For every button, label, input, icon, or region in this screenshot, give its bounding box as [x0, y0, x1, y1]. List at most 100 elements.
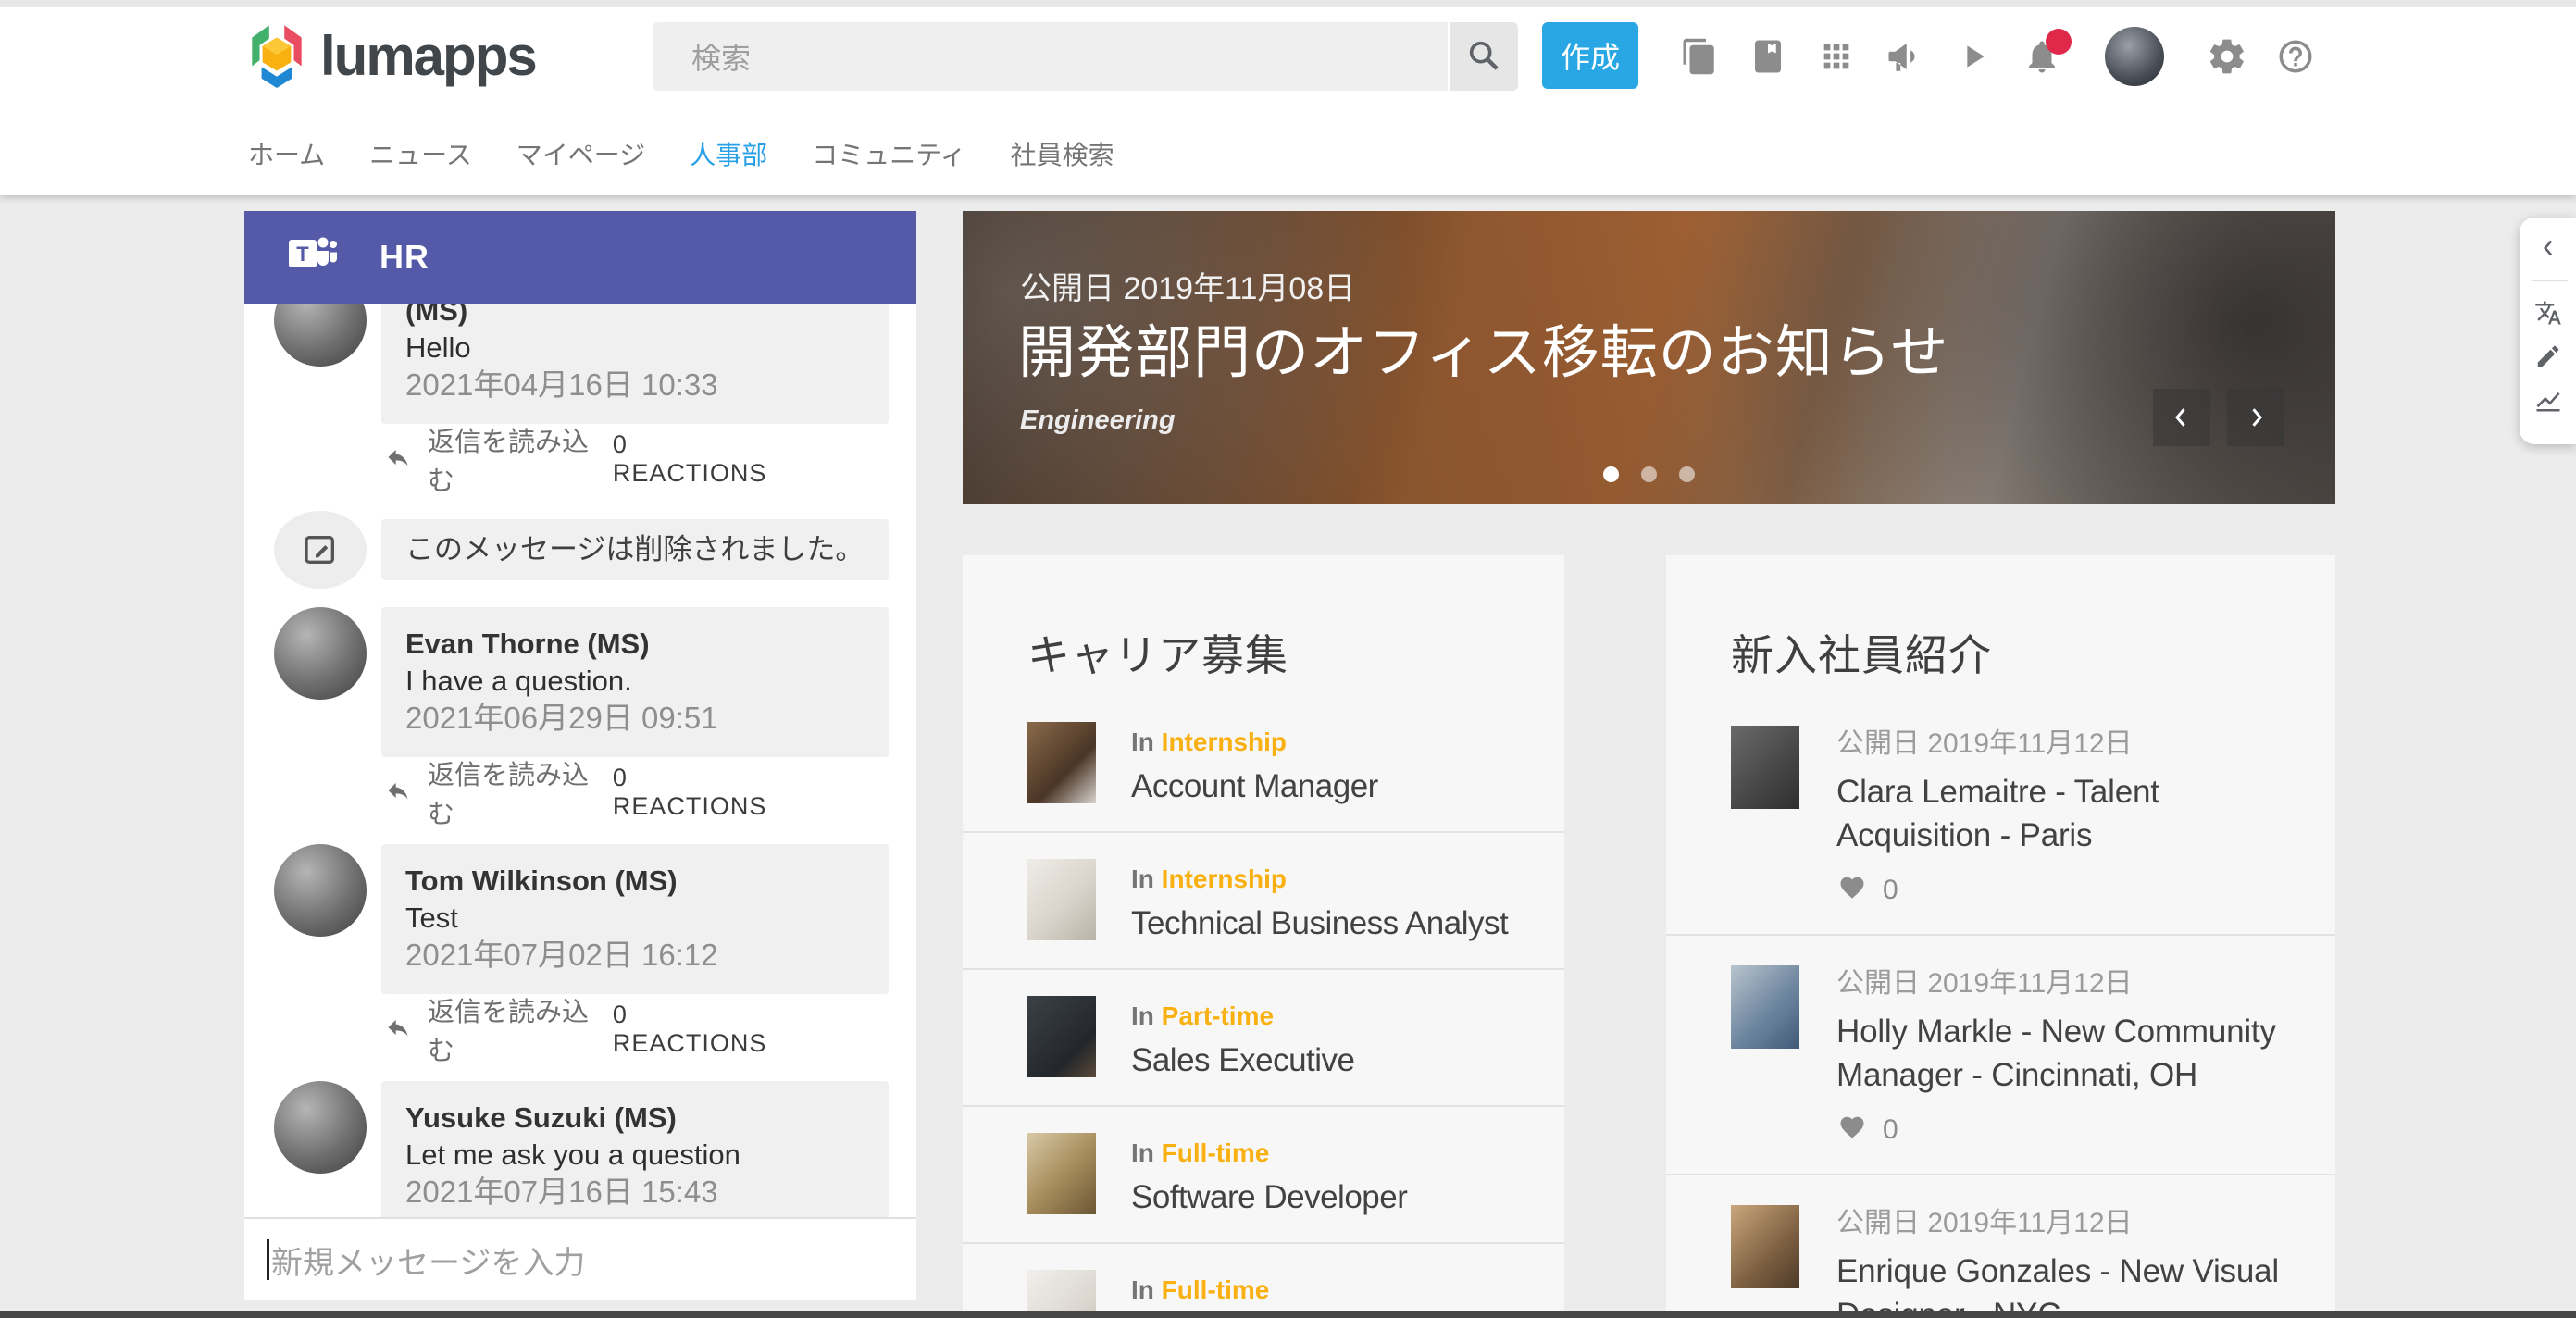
employee-article[interactable]: 公開日 2019年11月12日 Enrique Gonzales - New V… [1666, 1175, 2335, 1318]
job-category[interactable]: Full-time [1162, 1275, 1270, 1304]
deleted-message: このメッセージは削除されました。 [274, 511, 889, 589]
employee-thumbnail [1731, 1205, 1799, 1288]
nav-tab-news[interactable]: ニュース [369, 135, 472, 172]
apps-grid-icon[interactable] [1814, 34, 1859, 79]
job-category[interactable]: Internship [1162, 864, 1287, 893]
pages-icon[interactable] [1677, 34, 1722, 79]
careers-widget-title: キャリア募集 [963, 555, 1564, 696]
message-author: Evan Thorne (MS) [405, 626, 865, 663]
chat-message: Tom Wilkinson (MS) Test 2021年07月02日 16:1… [274, 844, 889, 994]
carousel-dot-3[interactable] [1679, 466, 1695, 482]
edit-note-icon [274, 511, 367, 589]
chat-widget-title: HR [380, 238, 429, 277]
like-heart-icon[interactable] [1836, 1113, 1868, 1146]
job-listing[interactable]: In Internship Technical Business Analyst [963, 833, 1564, 970]
article-title[interactable]: Enrique Gonzales - New Visual Designer -… [1836, 1250, 2287, 1318]
reply-arrow-icon [383, 444, 413, 475]
avatar [274, 1081, 367, 1174]
employee-article[interactable]: 公開日 2019年11月12日 Holly Markle - New Commu… [1666, 936, 2335, 1175]
job-thumbnail [1027, 1133, 1096, 1214]
like-heart-icon[interactable] [1836, 874, 1868, 906]
job-title[interactable]: Account Manager [1131, 768, 1378, 805]
header-actions [1677, 22, 2318, 91]
job-listing[interactable]: In Internship Account Manager [963, 696, 1564, 833]
help-icon[interactable] [2273, 34, 2318, 79]
create-button[interactable]: 作成 [1542, 22, 1638, 89]
avatar [274, 607, 367, 700]
bottom-edge-strip [0, 1311, 2576, 1318]
analytics-icon[interactable] [2532, 384, 2564, 416]
like-count: 0 [1883, 1114, 1898, 1146]
load-replies-link[interactable]: 返信を読み込む [428, 420, 613, 498]
carousel-dot-2[interactable] [1641, 466, 1657, 482]
like-count: 0 [1883, 875, 1898, 906]
carousel-dot-1[interactable] [1603, 466, 1619, 482]
job-listing[interactable]: In Part-time Sales Executive [963, 970, 1564, 1107]
settings-gear-icon[interactable] [2205, 34, 2249, 79]
message-text: Let me ask you a question [405, 1137, 865, 1174]
article-title[interactable]: Clara Lemaitre - Talent Acquisition - Pa… [1836, 770, 2287, 857]
panel-divider [2532, 280, 2568, 281]
job-tag-prefix: In [1131, 1138, 1154, 1167]
search-button[interactable] [1448, 22, 1518, 91]
job-title[interactable]: Sales Executive [1131, 1042, 1355, 1079]
load-replies-link[interactable]: 返信を読み込む [428, 990, 613, 1068]
user-avatar[interactable] [2105, 27, 2164, 86]
nav-tab-community[interactable]: コミュニティ [812, 135, 965, 172]
new-employees-widget-title: 新入社員紹介 [1666, 555, 2335, 696]
load-replies-link[interactable]: 返信を読み込む [428, 753, 613, 831]
notifications-bell-icon[interactable] [2020, 34, 2064, 79]
lumapps-logo[interactable]: lumapps [248, 19, 536, 93]
nav-tab-hr[interactable]: 人事部 [690, 135, 767, 172]
library-icon[interactable] [1746, 34, 1790, 79]
job-listing[interactable]: In Full-time Regional Sales Lead [963, 1244, 1564, 1318]
chat-message: Evan Thorne (MS) I have a question. 2021… [274, 607, 889, 757]
job-title[interactable]: Software Developer [1131, 1179, 1407, 1216]
message-date: 2021年04月16日 10:33 [405, 367, 865, 404]
job-listing[interactable]: In Full-time Software Developer [963, 1107, 1564, 1244]
hero-published-date: 公開日 2019年11月08日 [1020, 263, 1355, 308]
job-thumbnail [1027, 722, 1096, 803]
article-published-date: 公開日 2019年11月12日 [1836, 967, 2287, 1001]
job-tag-prefix: In [1131, 1001, 1154, 1030]
job-title[interactable]: Technical Business Analyst [1131, 905, 1508, 942]
message-text: Test [405, 900, 865, 937]
search-input[interactable]: 検索 [653, 35, 1448, 78]
deleted-message-text: このメッセージは削除されました。 [381, 519, 889, 580]
nav-tab-mypage[interactable]: マイページ [516, 135, 645, 172]
job-tag-prefix: In [1131, 1275, 1154, 1304]
translate-icon[interactable] [2532, 297, 2564, 329]
reactions-count: 0 REACTIONS [613, 764, 787, 821]
message-input[interactable]: 新規メッセージを入力 [244, 1217, 916, 1300]
designer-side-panel [2520, 218, 2576, 444]
hero-article-title[interactable]: 開発部門のオフィス移転のお知らせ [1018, 305, 1949, 389]
article-published-date: 公開日 2019年11月12日 [1836, 727, 2287, 761]
message-input-placeholder: 新規メッセージを入力 [271, 1237, 585, 1283]
nav-tab-employee-search[interactable]: 社員検索 [1011, 135, 1114, 172]
megaphone-icon[interactable] [1883, 34, 1927, 79]
reactions-count: 0 REACTIONS [613, 430, 787, 488]
play-icon[interactable] [1951, 34, 1996, 79]
job-category[interactable]: Full-time [1162, 1138, 1270, 1167]
reply-arrow-icon [383, 777, 413, 808]
carousel-next-button[interactable] [2227, 389, 2284, 446]
message-text: I have a question. [405, 663, 865, 700]
message-author: (MS) [405, 304, 865, 330]
reply-arrow-icon [383, 1014, 413, 1045]
carousel-prev-button[interactable] [2153, 389, 2210, 446]
employee-thumbnail [1731, 965, 1799, 1049]
collapse-chevron-icon[interactable] [2532, 232, 2564, 264]
hero-carousel[interactable]: 公開日 2019年11月08日 開発部門のオフィス移転のお知らせ Enginee… [963, 211, 2335, 504]
edit-pencil-icon[interactable] [2532, 341, 2564, 372]
nav-tab-home[interactable]: ホーム [248, 135, 325, 172]
employee-article[interactable]: 公開日 2019年11月12日 Clara Lemaitre - Talent … [1666, 696, 2335, 936]
job-category[interactable]: Part-time [1162, 1001, 1274, 1030]
job-category[interactable]: Internship [1162, 727, 1287, 756]
chat-message-list[interactable]: (MS) Hello 2021年04月16日 10:33 返信を読み込む 0 R… [244, 304, 916, 1217]
top-header: lumapps 検索 作成 [0, 0, 2576, 195]
article-title[interactable]: Holly Markle - New Community Manager - C… [1836, 1010, 2287, 1097]
lumapps-logo-icon [248, 19, 305, 93]
message-date: 2021年06月29日 09:51 [405, 700, 865, 737]
careers-widget: キャリア募集 In Internship Account Manager In … [963, 555, 1564, 1318]
reactions-count: 0 REACTIONS [613, 1001, 787, 1058]
